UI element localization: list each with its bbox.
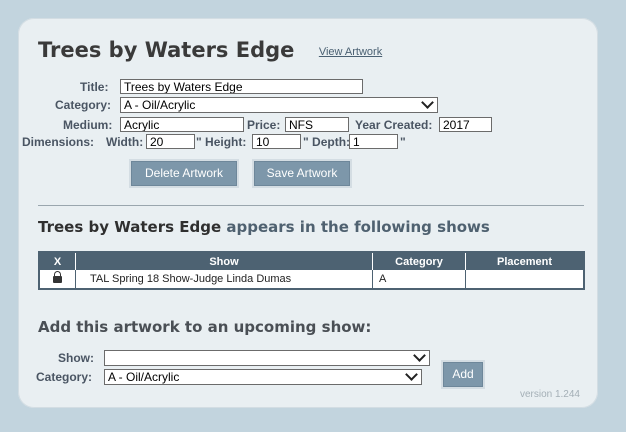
chevron-down-icon <box>405 368 418 381</box>
lock-icon <box>53 271 62 283</box>
lock-cell <box>39 270 76 289</box>
version-label: version 1.244 <box>519 389 580 400</box>
medium-input[interactable] <box>120 117 244 132</box>
table-row: TAL Spring 18 Show-Judge Linda Dumas A <box>39 270 584 289</box>
add-to-show-heading: Add this artwork to an upcoming show: <box>38 318 372 336</box>
shows-heading-artwork-name: Trees by Waters Edge <box>38 218 222 236</box>
category-select[interactable]: A - Oil/Acrylic <box>120 96 438 113</box>
shows-table: X Show Category Placement TAL Spring 18 … <box>38 251 585 290</box>
page-title: Trees by Waters Edge <box>38 38 295 62</box>
price-input[interactable] <box>285 117 349 132</box>
shows-heading: Trees by Waters Edge appears in the foll… <box>38 218 490 236</box>
column-category: Category <box>372 252 466 270</box>
title-label: Title: <box>80 80 109 94</box>
chevron-down-icon <box>413 349 426 362</box>
width-input[interactable] <box>146 134 195 149</box>
column-show: Show <box>75 252 373 270</box>
shows-heading-text: appears in the following shows <box>221 218 490 236</box>
title-input[interactable] <box>120 79 363 94</box>
show-select[interactable] <box>104 349 430 366</box>
save-artwork-button[interactable]: Save Artwork <box>254 161 350 186</box>
delete-artwork-button[interactable]: Delete Artwork <box>131 161 237 186</box>
dimensions-label: Dimensions: <box>22 135 95 149</box>
shows-table-header: X Show Category Placement <box>39 252 584 270</box>
height-label: " Height: <box>196 135 247 149</box>
column-x: X <box>39 252 76 270</box>
category-select-value: A - Oil/Acrylic <box>124 98 196 112</box>
price-label: Price: <box>247 118 281 132</box>
category-cell: A <box>372 270 466 289</box>
chevron-down-icon <box>421 96 434 109</box>
placement-cell <box>465 270 584 289</box>
medium-label: Medium: <box>63 118 113 132</box>
depth-label: " Depth: <box>303 135 351 149</box>
view-artwork-link[interactable]: View Artwork <box>319 46 382 58</box>
add-button[interactable]: Add <box>443 362 483 387</box>
year-created-input[interactable] <box>439 117 492 132</box>
add-category-label: Category: <box>36 370 93 384</box>
add-category-select-value: A - Oil/Acrylic <box>108 370 180 384</box>
height-input[interactable] <box>252 134 301 149</box>
width-label: Width: <box>106 135 144 149</box>
add-category-select[interactable]: A - Oil/Acrylic <box>104 368 422 385</box>
artwork-panel: Trees by Waters Edge View Artwork Title:… <box>18 18 598 408</box>
show-label: Show: <box>58 351 94 365</box>
year-created-label: Year Created: <box>355 118 433 132</box>
section-divider <box>38 205 584 206</box>
title-row: Trees by Waters Edge View Artwork <box>38 38 382 62</box>
category-label: Category: <box>55 98 112 112</box>
column-placement: Placement <box>465 252 584 270</box>
depth-inch-mark: " <box>400 135 406 149</box>
show-cell: TAL Spring 18 Show-Judge Linda Dumas <box>75 270 373 289</box>
depth-input[interactable] <box>349 134 398 149</box>
